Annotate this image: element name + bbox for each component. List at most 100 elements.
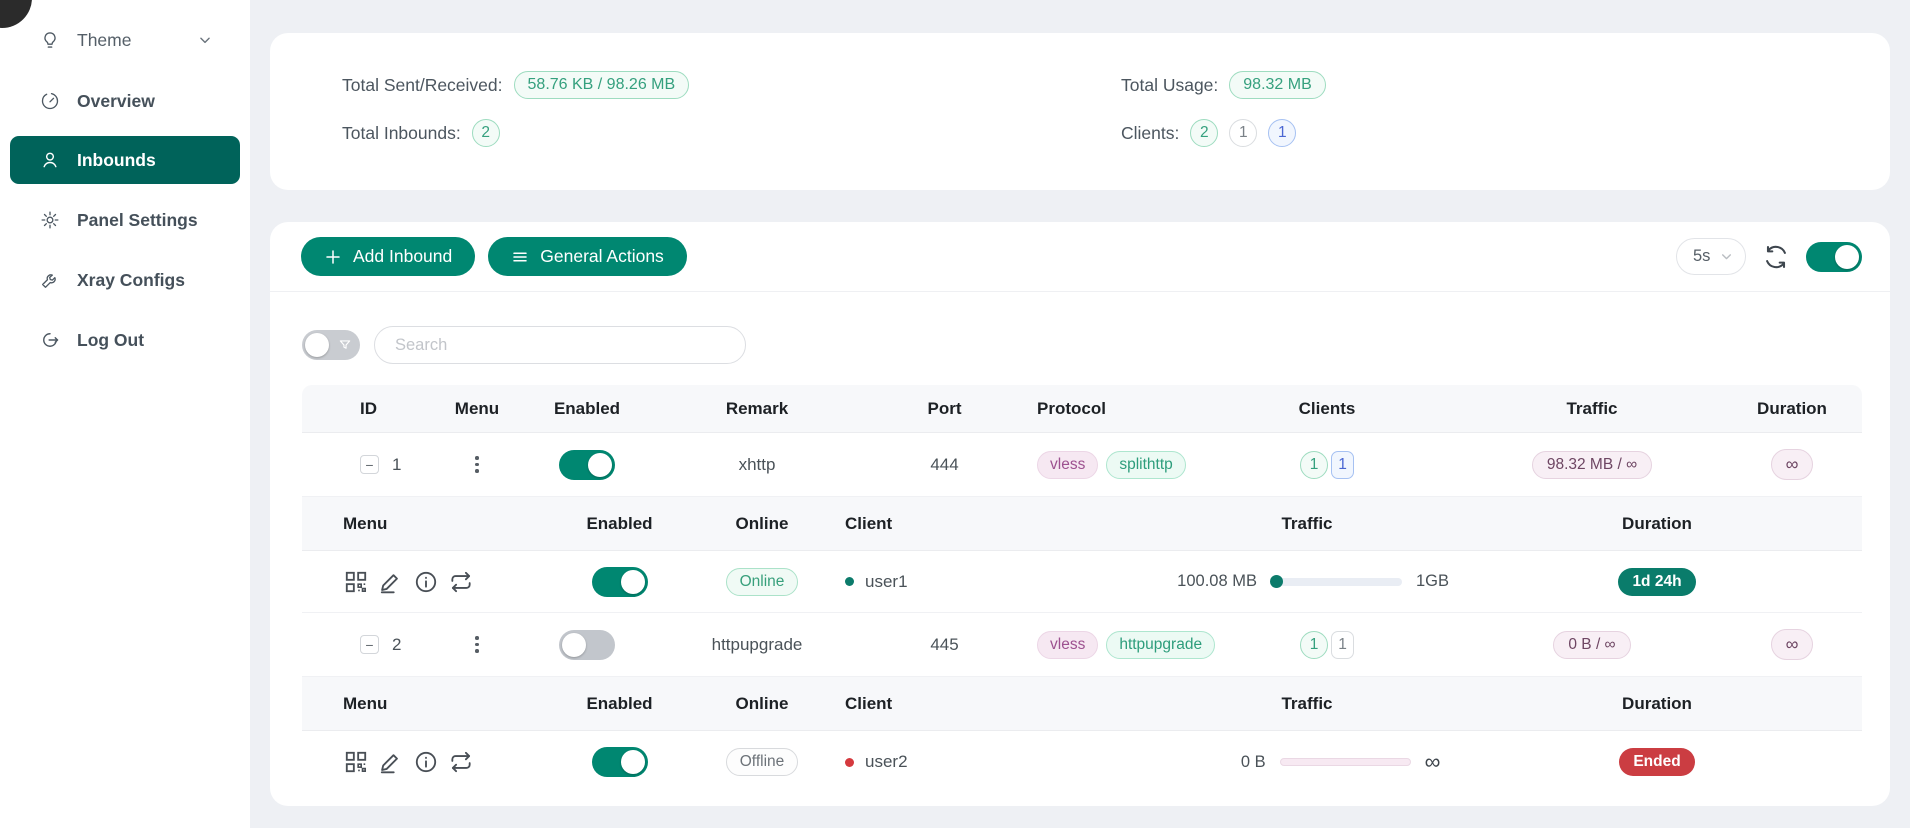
inbound-enabled-toggle[interactable] [559, 450, 615, 480]
refresh-interval-select[interactable]: 5s [1676, 238, 1746, 275]
client-online-badge: 1 [1331, 451, 1354, 479]
online-status-pill: Online [726, 568, 799, 596]
row-menu-button[interactable] [471, 632, 483, 657]
sidebar-item-label: Overview [77, 91, 155, 112]
add-inbound-button[interactable]: Add Inbound [301, 237, 475, 276]
col-header-duration: Duration [1722, 399, 1862, 419]
toolbar: Add Inbound General Actions 5s [270, 222, 1890, 292]
inbounds-table: ID Menu Enabled Remark Port Protocol Cli… [302, 385, 1862, 793]
traffic-total: 1GB [1416, 572, 1449, 591]
client-duration-pill: Ended [1619, 748, 1694, 776]
menu-lines-icon [511, 248, 529, 266]
sidebar-item-label: Theme [77, 30, 131, 51]
sidebar-item-overview[interactable]: Overview [10, 77, 240, 125]
sub-col-online: Online [707, 514, 817, 534]
inbound-row: − 1 xhttp 444 vless splithttp 1 1 98.32 … [302, 433, 1862, 497]
client-online-badge: 1 [1331, 631, 1354, 659]
client-status-dot [845, 758, 854, 767]
reset-traffic-icon[interactable] [448, 749, 474, 775]
sidebar-item-theme[interactable]: Theme [10, 16, 240, 64]
client-table-header: Menu Enabled Online Client Traffic Durat… [302, 677, 1862, 731]
stat-value-pill: 98.32 MB [1229, 71, 1325, 99]
inbound-remark: httpupgrade [662, 635, 852, 655]
client-name: user1 [865, 572, 908, 592]
filter-toggle[interactable] [302, 330, 360, 360]
sub-col-client: Client [817, 514, 1032, 534]
collapse-row-button[interactable]: − [360, 455, 379, 474]
sidebar-item-log-out[interactable]: Log Out [10, 316, 240, 364]
info-circle-icon[interactable] [413, 569, 439, 595]
client-enabled-toggle[interactable] [592, 747, 648, 777]
client-row: Offline user2 0 B ∞ Ended [302, 731, 1862, 793]
auto-refresh-toggle[interactable] [1806, 242, 1862, 272]
sub-col-menu: Menu [302, 694, 532, 714]
clients-badge-deactivated: 1 [1229, 119, 1257, 147]
wrench-icon [40, 270, 60, 290]
client-duration-pill: 1d 24h [1618, 568, 1695, 596]
stat-clients: Clients: 2 1 1 [1121, 119, 1296, 147]
edit-pencil-icon[interactable] [378, 749, 404, 775]
stat-value-badge: 2 [472, 119, 500, 147]
stat-label: Total Inbounds: [342, 123, 461, 144]
refresh-icon[interactable] [1763, 244, 1789, 270]
client-row: Online user1 100.08 MB 1GB 1d 24h [302, 551, 1862, 613]
traffic-progress-bar [1280, 758, 1411, 766]
reset-traffic-icon[interactable] [448, 569, 474, 595]
sidebar-item-panel-settings[interactable]: Panel Settings [10, 196, 240, 244]
stat-label: Clients: [1121, 123, 1179, 144]
sidebar-item-label: Xray Configs [77, 270, 185, 291]
dashboard-icon [40, 91, 60, 111]
sub-col-online: Online [707, 694, 817, 714]
inbound-port: 444 [852, 455, 1037, 475]
qr-code-icon[interactable] [343, 749, 369, 775]
search-input[interactable] [374, 326, 746, 364]
sidebar: Theme Overview Inbounds [0, 0, 250, 828]
col-header-menu: Menu [442, 399, 512, 419]
collapse-row-button[interactable]: − [360, 635, 379, 654]
sub-col-client: Client [817, 694, 1032, 714]
row-menu-button[interactable] [471, 452, 483, 477]
traffic-progress-bar [1271, 578, 1402, 586]
client-count-badge: 1 [1300, 451, 1328, 479]
lightbulb-icon [40, 30, 60, 50]
qr-code-icon[interactable] [343, 569, 369, 595]
gear-icon [40, 210, 60, 230]
stat-sent-received: Total Sent/Received: 58.76 KB / 98.26 MB [342, 71, 689, 99]
sidebar-item-label: Inbounds [77, 150, 156, 171]
traffic-pill: 98.32 MB / ∞ [1532, 451, 1652, 479]
sub-col-traffic: Traffic [1032, 694, 1532, 714]
protocol-tag: vless [1037, 631, 1098, 659]
stat-total-inbounds: Total Inbounds: 2 [342, 119, 500, 147]
sub-col-enabled: Enabled [532, 694, 707, 714]
col-header-clients: Clients [1262, 399, 1392, 419]
stat-label: Total Sent/Received: [342, 75, 503, 96]
user-icon [40, 150, 60, 170]
stats-card: Total Sent/Received: 58.76 KB / 98.26 MB… [270, 33, 1890, 190]
logout-icon [40, 330, 60, 350]
traffic-pill: 0 B / ∞ [1553, 631, 1630, 659]
duration-pill: ∞ [1771, 449, 1814, 480]
inbound-port: 445 [852, 635, 1037, 655]
sub-col-duration: Duration [1532, 514, 1862, 534]
traffic-used: 100.08 MB [1165, 572, 1257, 591]
sidebar-item-xray-configs[interactable]: Xray Configs [10, 256, 240, 304]
client-count-badge: 1 [1300, 631, 1328, 659]
client-status-dot [845, 577, 854, 586]
search-row [302, 326, 746, 364]
inbound-id: 1 [392, 455, 401, 475]
sidebar-item-inbounds[interactable]: Inbounds [10, 136, 240, 184]
col-header-traffic: Traffic [1392, 399, 1722, 419]
edit-pencil-icon[interactable] [378, 569, 404, 595]
traffic-total: ∞ [1425, 749, 1441, 775]
online-status-pill: Offline [726, 748, 799, 776]
client-enabled-toggle[interactable] [592, 567, 648, 597]
general-actions-button[interactable]: General Actions [488, 237, 687, 276]
sub-col-enabled: Enabled [532, 514, 707, 534]
client-table-header: Menu Enabled Online Client Traffic Durat… [302, 497, 1862, 551]
col-header-id: ID [302, 399, 442, 419]
sidebar-item-label: Panel Settings [77, 210, 198, 231]
clients-badge-total: 2 [1190, 119, 1218, 147]
inbound-enabled-toggle[interactable] [559, 630, 615, 660]
stat-label: Total Usage: [1121, 75, 1218, 96]
info-circle-icon[interactable] [413, 749, 439, 775]
